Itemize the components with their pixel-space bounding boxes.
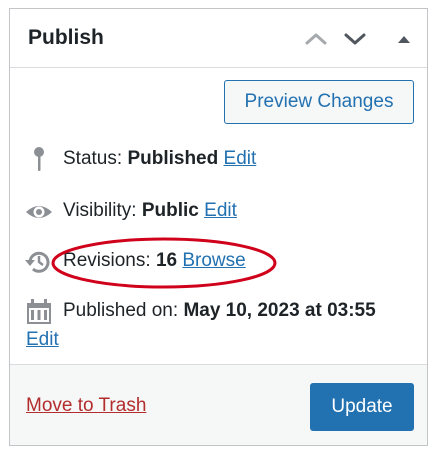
publish-box: Publish Preview Changes Status: Publishe… [9, 8, 428, 446]
revisions-row: Revisions: 16 Browse [10, 247, 427, 281]
visibility-text: Visibility: Public Edit [63, 200, 237, 222]
move-down-button[interactable] [341, 25, 369, 53]
visibility-label: Visibility: [63, 200, 137, 221]
history-icon [24, 247, 54, 277]
chevron-up-icon [305, 33, 327, 45]
triangle-up-icon [398, 36, 410, 43]
status-edit-link[interactable]: Edit [224, 148, 257, 169]
published-date: May 10, 2023 at 03:55 [183, 300, 376, 321]
revisions-count: 16 [155, 250, 178, 271]
published-edit-link[interactable]: Edit [26, 329, 59, 351]
published-label: Published on: [63, 300, 179, 321]
pin-icon [24, 145, 54, 175]
move-up-button[interactable] [302, 25, 330, 53]
status-row: Status: Published Edit [10, 145, 427, 179]
revisions-browse-link[interactable]: Browse [182, 250, 245, 271]
eye-icon [24, 197, 54, 227]
status-label: Status: [63, 148, 123, 169]
status-text: Status: Published Edit [63, 148, 256, 170]
revisions-label: Revisions: [63, 250, 151, 271]
publish-box-header: Publish [10, 9, 427, 68]
visibility-value: Public [141, 200, 199, 221]
revisions-text: Revisions: 16 Browse [63, 250, 246, 272]
chevron-down-icon [344, 33, 366, 45]
update-button[interactable]: Update [310, 383, 414, 431]
publish-box-footer: Move to Trash Update [10, 364, 427, 445]
publish-box-title: Publish [28, 26, 104, 49]
published-row: Published on: May 10, 2023 at 03:55 [10, 297, 427, 331]
toggle-panel-button[interactable] [390, 25, 418, 53]
visibility-edit-link[interactable]: Edit [204, 200, 237, 221]
preview-changes-button[interactable]: Preview Changes [224, 80, 414, 124]
published-text: Published on: May 10, 2023 at 03:55 [63, 300, 376, 322]
calendar-icon [24, 297, 54, 327]
move-to-trash-link[interactable]: Move to Trash [26, 395, 146, 417]
status-value: Published [127, 148, 219, 169]
visibility-row: Visibility: Public Edit [10, 197, 427, 231]
